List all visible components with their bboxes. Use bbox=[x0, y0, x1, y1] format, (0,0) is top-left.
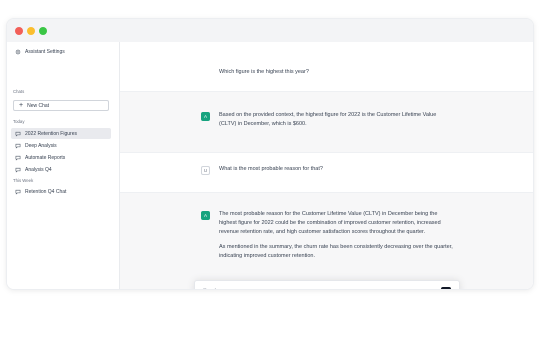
chat-item-retention-q4-chat[interactable]: Retention Q4 Chat bbox=[11, 186, 111, 197]
chat-bubble-icon bbox=[15, 131, 21, 137]
user-avatar: U bbox=[201, 166, 210, 175]
maximize-window-button[interactable] bbox=[39, 27, 47, 35]
chats-caption: Chats bbox=[13, 89, 25, 94]
assistant-message: A Based on the provided context, the hig… bbox=[120, 92, 533, 153]
message-paragraph: The most probable reason for the Custome… bbox=[219, 211, 441, 235]
assistant-settings-link[interactable]: Assistant Settings bbox=[15, 49, 65, 55]
chat-item-label: Retention Q4 Chat bbox=[25, 188, 67, 195]
app-window: Assistant Settings Chats + New Chat Toda… bbox=[6, 18, 534, 290]
chat-item-label: Analysis Q4 bbox=[25, 166, 52, 173]
chat-item-automate-reports[interactable]: Automate Reports bbox=[11, 152, 111, 163]
user-message: U What is the most probable reason for t… bbox=[120, 153, 533, 193]
message-input[interactable] bbox=[203, 288, 423, 289]
new-chat-button[interactable]: + New Chat bbox=[13, 100, 109, 111]
message-text: The most probable reason for the Custome… bbox=[219, 210, 454, 261]
settings-icon bbox=[15, 49, 21, 55]
message-text: Which figure is the highest this year? bbox=[219, 69, 309, 75]
chat-item-2022-retention-figures[interactable]: 2022 Retention Figures bbox=[11, 128, 111, 139]
new-chat-label: New Chat bbox=[27, 102, 50, 109]
message-text: What is the most probable reason for tha… bbox=[219, 166, 323, 172]
minimize-window-button[interactable] bbox=[27, 27, 35, 35]
chat-item-label: Deep Analysis bbox=[25, 142, 57, 149]
chat-item-label: 2022 Retention Figures bbox=[25, 130, 77, 137]
assistant-message: A The most probable reason for the Custo… bbox=[120, 193, 533, 289]
chat-bubble-icon bbox=[15, 167, 21, 173]
plus-icon: + bbox=[19, 102, 24, 109]
message-composer bbox=[194, 280, 460, 290]
send-button[interactable] bbox=[441, 287, 451, 290]
chat-item-label: Automate Reports bbox=[25, 154, 66, 161]
chat-bubble-icon bbox=[15, 189, 21, 195]
this-week-caption: This Week bbox=[13, 178, 34, 183]
chat-bubble-icon bbox=[15, 143, 21, 149]
chat-bubble-icon bbox=[15, 155, 21, 161]
today-caption: Today bbox=[13, 119, 25, 124]
assistant-settings-label: Assistant Settings bbox=[25, 49, 65, 55]
user-message: Which figure is the highest this year? bbox=[120, 42, 533, 92]
conversation-panel: Which figure is the highest this year? A… bbox=[120, 42, 533, 289]
title-bar bbox=[7, 19, 533, 43]
sidebar: Assistant Settings Chats + New Chat Toda… bbox=[7, 42, 120, 289]
assistant-avatar: A bbox=[201, 112, 210, 121]
chat-item-deep-analysis[interactable]: Deep Analysis bbox=[11, 140, 111, 151]
message-paragraph: As mentioned in the summary, the churn r… bbox=[219, 244, 453, 259]
send-icon bbox=[443, 289, 449, 290]
close-window-button[interactable] bbox=[15, 27, 23, 35]
assistant-avatar: A bbox=[201, 211, 210, 220]
message-text: Based on the provided context, the highe… bbox=[219, 112, 437, 127]
chat-item-analysis-q4[interactable]: Analysis Q4 bbox=[11, 164, 111, 175]
